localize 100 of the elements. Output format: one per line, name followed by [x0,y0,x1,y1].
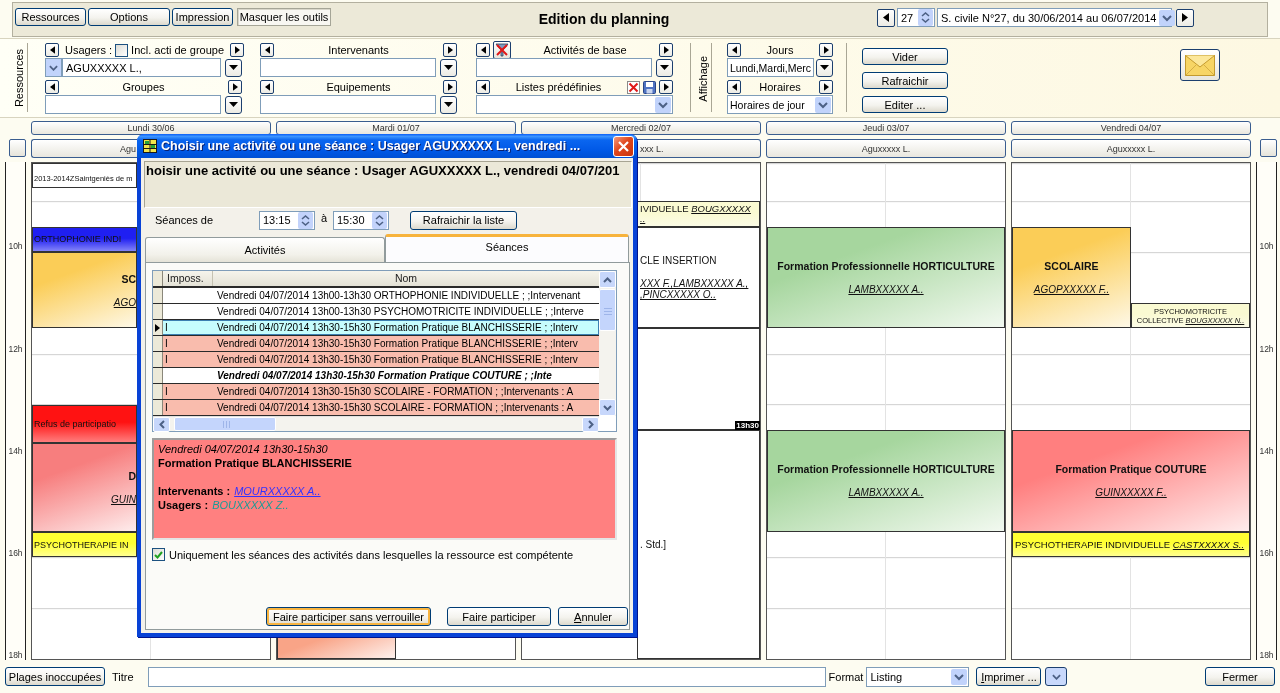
horizontal-scrollbar[interactable] [153,416,599,431]
previous-button[interactable] [476,80,490,94]
event-block[interactable]: D GUIN [32,442,137,532]
toolbar-button[interactable]: Impression [172,8,233,26]
close-button[interactable] [613,135,634,157]
event-block[interactable]: CLE INSERTION XXX F.,LAMBXXXXX A., ,PINCXXXXX O.. [637,226,760,329]
day-header[interactable]: Mardi 01/07 [276,121,516,135]
dropdown-button[interactable] [816,58,833,77]
next-button[interactable] [443,43,457,57]
print-button[interactable]: Imprimer ... [976,667,1042,686]
event-block[interactable]: PSYCHOTHERAPIE IN [32,531,137,558]
checkbox[interactable] [152,548,165,561]
scroll-right-button[interactable] [582,417,599,432]
column-header[interactable]: Nom [213,271,599,286]
combo-field[interactable] [476,95,673,114]
spinner-icon[interactable] [918,9,933,26]
spinner-icon[interactable] [372,211,387,229]
tab[interactable]: Séances [385,234,629,262]
action-button[interactable]: Vider [862,48,948,65]
chevron-down-icon[interactable] [655,96,671,113]
event-block[interactable]: Refus de participatio [32,404,137,443]
previous-button[interactable] [45,43,59,57]
event-block[interactable]: SC AGO [32,252,137,329]
next-button[interactable] [443,80,457,94]
day-header[interactable]: Mercredi 02/07 [521,121,761,135]
scroll-thumb[interactable] [174,417,276,431]
resource-header[interactable]: Aguxxxxx L. [766,139,1006,158]
table-row[interactable]: I Vendredi 04/07/2014 13h30-15h30 Formation Pratique BLANCHISSERIE ; ;Interv [153,320,599,336]
previous-button[interactable] [727,80,741,94]
print-options-button[interactable] [1045,667,1068,686]
dropdown-button[interactable] [440,58,457,77]
spinner-icon[interactable] [298,211,313,229]
day-header[interactable]: Lundi 30/06 [31,121,271,135]
event-block[interactable]: . Std.] [637,430,760,659]
dialog-button[interactable]: Annuler [558,607,628,626]
event-block[interactable]: 13h30 [637,328,760,431]
next-button[interactable] [659,43,673,57]
dialog-button[interactable]: Faire participer sans verrouiller [266,607,431,626]
event-block[interactable]: Formation Professionnelle HORTICULTURE LAMBXXXXX A.. [767,226,1005,329]
table-row[interactable]: Vendredi 04/07/2014 13h00-13h30 ORTHOPHONIE INDIVIDUELLE ; ;Intervenant [153,288,599,304]
toolbar-button[interactable]: Options [88,8,170,26]
dropdown-button[interactable] [225,95,242,114]
dropdown-button[interactable] [656,58,673,77]
format-combo[interactable]: Listing [866,666,970,687]
table-row[interactable]: I Vendredi 04/07/2014 13h30-15h30 SCOLAIRE - FORMATION ; ;Intervenants : A [153,400,599,416]
event-block[interactable]: PSYCHOTHERAPIE INDIVIDUELLE CASTXXXXX S.. [1012,531,1250,558]
checkbox[interactable] [115,43,129,57]
expand-button[interactable] [45,58,62,77]
event-block[interactable]: IVIDUELLE BOUGXXXXX .. [637,201,760,227]
table-row[interactable]: I Vendredi 04/07/2014 13h30-15h30 Formation Pratique BLANCHISSERIE ; ;Interv [153,352,599,368]
next-button[interactable] [819,80,833,94]
action-button[interactable]: Editer ... [862,96,948,113]
scroll-thumb[interactable] [599,289,616,331]
action-button[interactable]: Rafraichir [862,72,948,89]
week-number-field[interactable]: 27 [897,8,935,27]
filter-button[interactable] [493,41,511,59]
corner-button[interactable] [9,139,26,157]
dropdown-button[interactable] [225,58,242,77]
next-button[interactable] [819,43,833,57]
previous-button[interactable] [727,43,741,57]
previous-button[interactable] [260,80,274,94]
input-field[interactable]: AGUXXXXX L., [62,58,221,77]
day-header[interactable]: Jeudi 03/07 [766,121,1006,135]
event-block[interactable]: Formation Professionnelle HORTICULTURE LAMBXXXXX A.. [767,430,1005,532]
scroll-up-button[interactable] [599,271,616,288]
close-button[interactable]: Fermer [1205,667,1275,686]
tab[interactable]: Activités [145,237,385,262]
time-field[interactable]: 13:15 [259,210,315,230]
time-field[interactable]: 15:30 [333,210,389,230]
input-field[interactable] [260,95,436,114]
previous-button[interactable] [45,80,59,94]
scroll-down-button[interactable] [599,399,616,416]
period-combo[interactable]: S. civile N°27, du 30/06/2014 au 06/07/2014 [937,8,1172,27]
event-block[interactable]: SCOLAIRE AGOPXXXXX F.. [1012,226,1131,329]
mail-button[interactable] [1180,49,1220,81]
column-header[interactable]: Imposs. [163,271,213,286]
scroll-left-button[interactable] [153,417,170,432]
input-field[interactable] [476,58,652,77]
cross-icon[interactable] [627,80,640,94]
corner-button[interactable] [1260,139,1277,157]
previous-week-button[interactable] [877,8,895,27]
table-row[interactable]: Vendredi 04/07/2014 13h00-13h30 PSYCHOMOTRICITE INDIVIDUELLE ; ;Interve [153,304,599,320]
day-header[interactable]: Vendredi 04/07 [1011,121,1251,135]
vertical-scrollbar[interactable] [599,271,616,416]
dropdown-button[interactable] [440,95,457,114]
unoccupied-slots-button[interactable]: Plages inoccupées [5,667,105,686]
chevron-down-icon[interactable] [815,96,831,113]
refresh-list-button[interactable]: Rafraichir la liste [410,210,517,230]
chevron-down-icon[interactable] [951,668,968,685]
chevron-down-icon[interactable] [1159,9,1176,26]
input-field[interactable]: Lundi,Mardi,Merc [727,58,814,77]
table-row[interactable]: I Vendredi 04/07/2014 13h30-15h30 SCOLAIRE - FORMATION ; ;Intervenants : A [153,384,599,400]
previous-button[interactable] [260,43,274,57]
next-week-button[interactable] [1176,8,1194,27]
previous-button[interactable] [476,43,490,57]
next-button[interactable] [228,80,242,94]
dialog-button[interactable]: Faire participer [447,607,551,626]
table-row[interactable]: I Vendredi 04/07/2014 13h30-15h30 Formation Pratique BLANCHISSERIE ; ;Interv [153,336,599,352]
resource-header[interactable]: Agu [31,139,137,158]
row-selector[interactable] [153,320,163,335]
